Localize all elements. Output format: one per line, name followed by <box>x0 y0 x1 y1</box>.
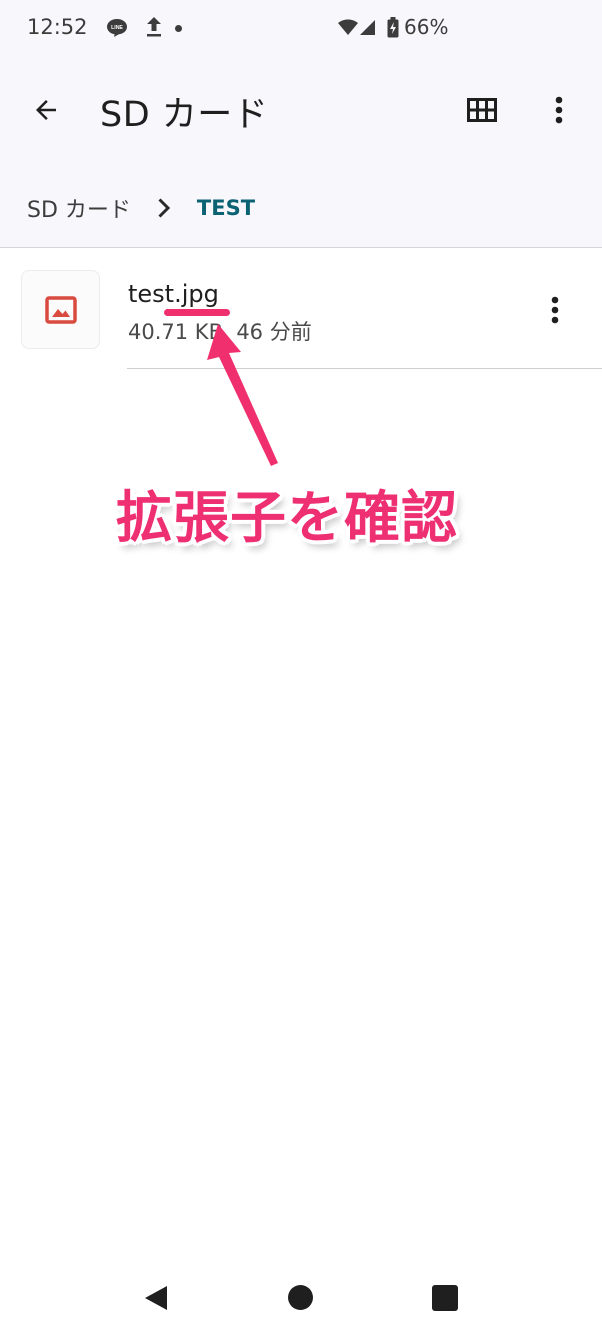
line-app-icon: LINE <box>107 19 127 37</box>
file-more-options-button[interactable] <box>531 286 579 334</box>
file-name: test.jpg <box>128 280 219 308</box>
cellular-signal-icon <box>360 20 375 35</box>
back-button[interactable] <box>22 86 70 134</box>
more-vert-icon <box>551 296 559 324</box>
more-options-button[interactable] <box>535 86 583 134</box>
chevron-right-icon <box>157 196 173 220</box>
breadcrumb-root[interactable]: SD カード <box>27 192 131 224</box>
system-nav-bar <box>0 1258 602 1338</box>
more-vert-icon <box>555 96 563 124</box>
page-title: SD カード <box>100 95 269 135</box>
annotation-text: 拡張子を確認 <box>116 486 458 551</box>
status-bar: 12:52 LINE 66% <box>0 0 602 58</box>
annotation-arrow-icon <box>207 324 278 466</box>
battery-charging-icon <box>387 17 399 38</box>
top-panel: 12:52 LINE 66% SD カード SD カード TEST <box>0 0 602 248</box>
breadcrumb-current[interactable]: TEST <box>197 196 255 220</box>
status-time: 12:52 <box>27 15 88 39</box>
notification-dot <box>175 25 182 32</box>
line-badge-text: LINE <box>111 25 123 31</box>
upload-icon <box>147 17 161 37</box>
grid-view-icon <box>467 98 497 122</box>
breadcrumb: SD カード TEST <box>27 190 255 226</box>
wifi-icon <box>338 19 358 35</box>
grid-view-button[interactable] <box>458 86 506 134</box>
image-file-icon <box>44 295 77 324</box>
nav-back-icon[interactable] <box>143 1284 169 1312</box>
battery-percent: 66% <box>404 15 449 39</box>
row-divider <box>127 368 602 369</box>
file-thumbnail <box>21 270 100 349</box>
arrow-back-icon <box>36 100 56 120</box>
nav-recents-icon[interactable] <box>432 1285 458 1311</box>
annotation-underline <box>164 309 230 316</box>
list-item[interactable]: test.jpg 40.71 KB, 46 分前 <box>0 250 602 370</box>
nav-home-icon[interactable] <box>288 1285 313 1310</box>
